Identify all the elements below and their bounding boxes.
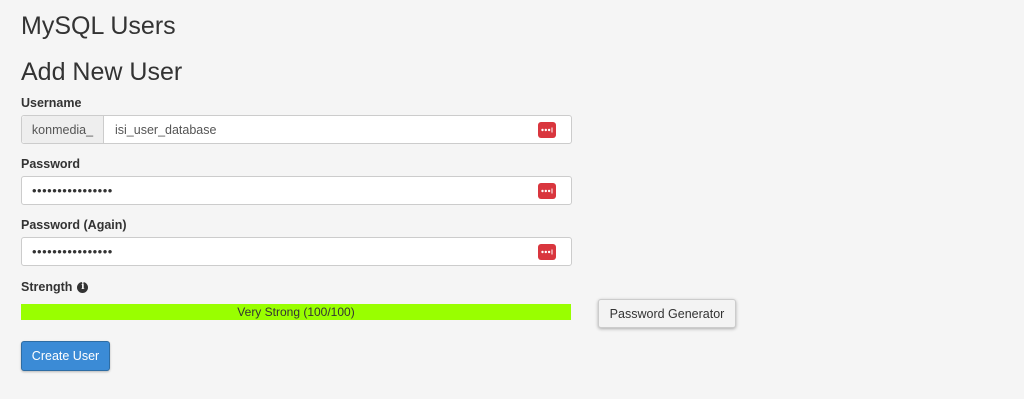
password-generator-button[interactable]: Password Generator [598,299,736,328]
strength-label-text: Strength [21,280,73,294]
password-manager-icon[interactable] [538,182,556,199]
section-title-add-new-user: Add New User [21,58,183,86]
page-title: MySQL Users [21,12,176,40]
username-field-group: konmedia_ isi_user_database [21,115,572,144]
create-user-button[interactable]: Create User [21,341,110,371]
password-field-group: •••••••••••••••• [21,176,572,205]
password-again-label: Password (Again) [21,218,127,232]
password-label: Password [21,157,81,171]
username-prefix: konmedia_ [22,116,104,143]
strength-label: Strength i [21,280,89,294]
username-label: Username [21,96,82,110]
password-again-input[interactable]: •••••••••••••••• [22,238,538,265]
password-input[interactable]: •••••••••••••••• [22,177,538,204]
password-again-field-group: •••••••••••••••• [21,237,572,266]
strength-meter-text: Very Strong (100/100) [237,305,355,319]
strength-meter: Very Strong (100/100) [21,304,571,320]
username-input[interactable]: isi_user_database [104,116,538,143]
password-manager-icon[interactable] [538,243,556,260]
password-manager-icon[interactable] [538,121,556,138]
info-icon[interactable]: i [77,281,89,293]
